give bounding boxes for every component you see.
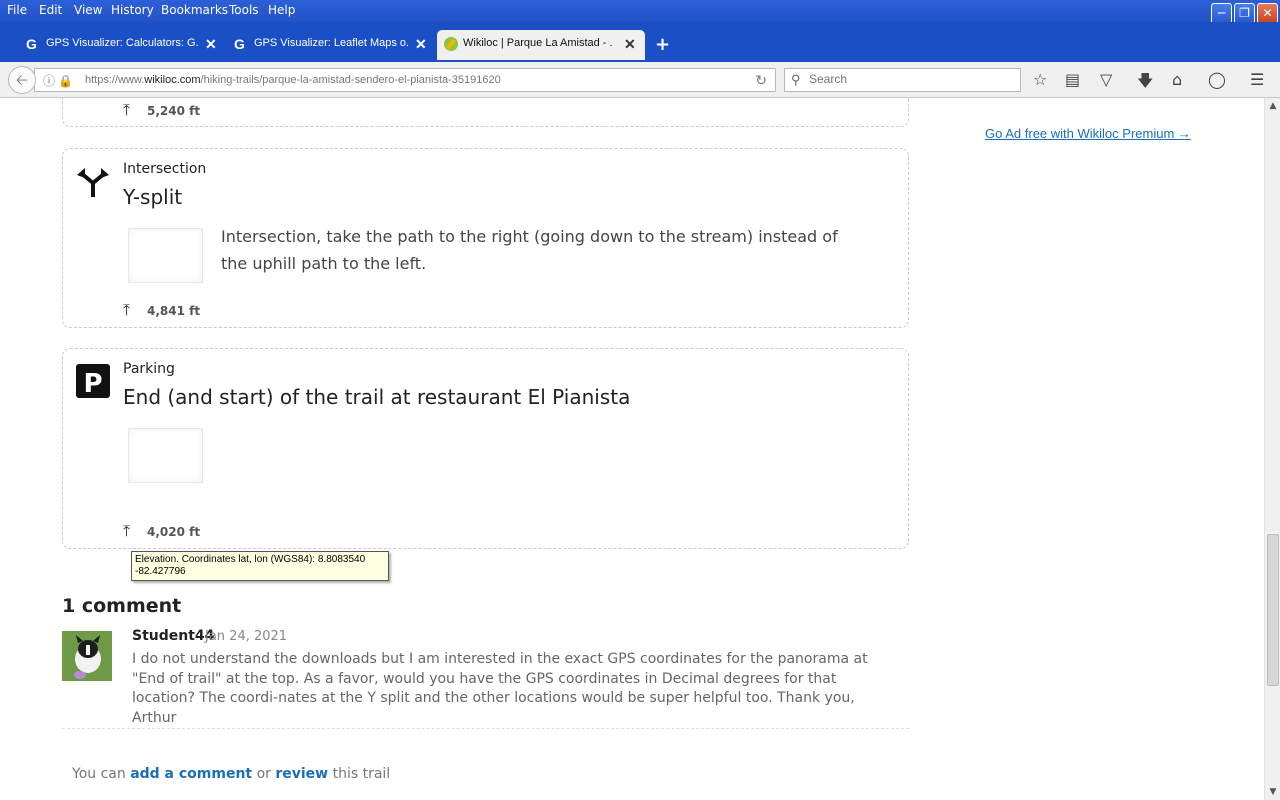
svg-text:P: P [83,369,102,399]
vertical-scrollbar[interactable]: ▲ ▼ [1264,98,1280,800]
scroll-up-arrow-icon[interactable]: ▲ [1265,98,1280,114]
navigation-bar: ⓘ 🔒 https://www.wikiloc.com/hiking-trail… [0,62,1280,98]
waypoint-description: Intersection, take the path to the right… [221,227,838,273]
menu-bookmarks[interactable]: Bookmarks [161,3,228,17]
waypoint-photo[interactable] [128,228,203,283]
search-input[interactable] [809,72,1009,86]
back-button[interactable]: 🡠 [8,66,36,94]
search-bar[interactable]: ⚲ [784,68,1021,92]
home-icon[interactable]: ⌂ [1172,70,1182,89]
hamburger-menu-icon[interactable]: ☰ [1250,70,1264,89]
close-icon[interactable]: ✕ [624,36,636,53]
reading-list-icon[interactable]: ▤ [1065,70,1080,89]
waypoint-photo[interactable] [128,428,203,483]
parking-icon: P [76,364,110,399]
tab-label: GPS Visualizer: Leaflet Maps o... [254,37,410,49]
comment-cta: You can add a comment or review this tra… [72,766,391,782]
close-icon[interactable]: ✕ [415,36,427,53]
url-bar[interactable]: ⓘ 🔒 https://www.wikiloc.com/hiking-trail… [34,68,776,92]
intersection-icon [77,168,109,197]
tab-bar: G GPS Visualizer: Calculators: G... ✕ G … [0,22,1280,62]
waypoint-card: P Parking End (and start) of the trail a… [62,348,909,549]
bookmark-star-icon[interactable]: ☆ [1033,70,1047,89]
menu-help[interactable]: Help [268,3,295,17]
download-icon[interactable]: 🡇 [1137,70,1153,97]
menu-tools[interactable]: Tools [229,3,259,17]
waypoint-title[interactable]: Y-split [123,185,182,209]
scroll-thumb[interactable] [1267,534,1279,686]
waypoint-card: Intersection Y-split Intersection, take … [62,148,909,328]
elevation-arrow-icon: ⤒ [123,100,131,119]
waypoint-elevation: ⤒ 4,841 ft [123,300,201,319]
wikiloc-icon [443,36,459,52]
menu-history[interactable]: History [111,3,154,17]
minimize-button[interactable]: ─ [1211,3,1232,24]
tab-gps-calculators[interactable]: G GPS Visualizer: Calculators: G... ✕ [20,30,220,60]
comment-date: Jan 24, 2021 [205,629,288,644]
comments-heading: 1 comment [62,595,182,617]
reload-icon[interactable]: ↻ [755,72,767,89]
menu-file[interactable]: File [7,3,27,17]
waypoint-elevation: ⤒ 5,240 ft [123,100,201,119]
menu-bar: File Edit View History Bookmarks Tools H… [0,0,1280,24]
pocket-icon[interactable]: ▽ [1100,70,1112,89]
comment-author[interactable]: Student44 [132,628,214,644]
menu-edit[interactable]: Edit [39,3,62,17]
close-window-button[interactable]: ✕ [1257,3,1278,24]
premium-link[interactable]: Go Ad free with Wikiloc Premium → [985,126,1191,141]
scroll-down-arrow-icon[interactable]: ▼ [1265,784,1280,800]
elevation-arrow-icon: ⤒ [123,300,131,319]
avatar[interactable] [62,631,112,681]
tab-label: GPS Visualizer: Calculators: G... [46,37,198,49]
tab-wikiloc[interactable]: Wikiloc | Parque La Amistad - ... ✕ [437,30,645,60]
page-content: ⤒ 5,240 ft Intersection Y-split Intersect… [0,98,1264,800]
url-text: https://www.wikiloc.com/hiking-trails/pa… [85,74,501,86]
close-icon[interactable]: ✕ [205,36,217,53]
restore-button[interactable]: ❐ [1234,3,1255,24]
menu-view[interactable]: View [74,3,102,17]
elevation-arrow-icon: ⤒ [123,521,131,540]
waypoint-title[interactable]: End (and start) of the trail at restaura… [123,385,630,409]
gps-visualizer-icon: G [26,36,37,52]
comment-body: I do not understand the downloads but I … [132,651,868,726]
waypoint-type: Intersection [123,161,207,177]
tab-label: Wikiloc | Parque La Amistad - ... [463,37,613,49]
waypoint-type: Parking [123,361,175,377]
chat-icon[interactable]: ◯ [1208,70,1226,89]
waypoint-elevation: ⤒ 4,020 ft [123,521,201,540]
add-comment-link[interactable]: add a comment [130,766,252,782]
gps-visualizer-icon: G [234,36,245,52]
search-icon: ⚲ [791,72,801,87]
divider [62,728,909,729]
new-tab-button[interactable]: + [655,34,670,55]
tab-gps-leaflet[interactable]: G GPS Visualizer: Leaflet Maps o... ✕ [228,30,433,60]
waypoint-card: ⤒ 5,240 ft [62,98,909,127]
url-security-icons: ⓘ 🔒 [43,74,74,88]
review-link[interactable]: review [275,766,328,782]
coordinates-tooltip: Elevation. Coordinates lat, lon (WGS84):… [131,551,389,581]
lock-icon: 🔒 [58,74,74,88]
